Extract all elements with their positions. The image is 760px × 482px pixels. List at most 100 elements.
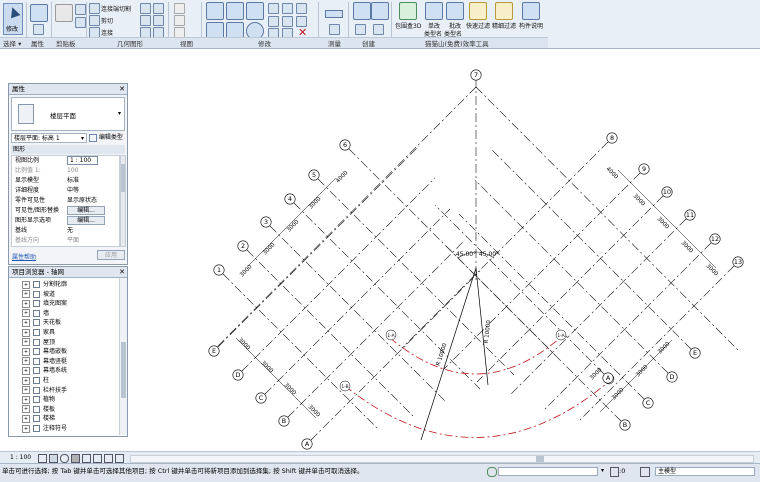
edit-type-button[interactable]: 编辑类型 [89,133,127,143]
modify-button[interactable]: 修改 [3,3,23,35]
prop-row[interactable]: 图形显示选项 编辑... [12,216,117,225]
expand-icon[interactable]: + [22,318,30,327]
prop-value[interactable]: 标准 [67,176,79,185]
browser-item[interactable]: + 天花板 [22,318,61,328]
reveal-hidden-icon[interactable] [115,454,124,463]
fine-filter-icon[interactable] [495,2,513,20]
expand-icon[interactable]: + [22,280,30,289]
crop-view-icon[interactable] [82,454,91,463]
grid-bubble-7[interactable]: 7 [470,69,482,81]
prop-row[interactable]: 视图比例 1 : 100 [12,156,117,165]
grid-bubble-lower-left[interactable]: A [301,438,313,450]
create-group-icon[interactable] [353,2,371,20]
measure-icon[interactable] [325,10,343,18]
grid-bubble-right[interactable]: 13 [732,256,744,268]
wall-join-icon[interactable] [140,3,151,14]
expand-icon[interactable]: + [22,347,30,356]
grid-bubble-lower-right[interactable]: C [642,397,654,409]
browser-item[interactable]: + 屋顶 [22,338,55,348]
scroll-thumb[interactable] [121,164,125,192]
arc-marker[interactable]: 1-B [339,380,351,392]
trim-icon[interactable] [268,3,279,14]
expand-icon[interactable]: + [22,376,30,385]
copy-icon[interactable] [75,17,86,28]
join-label[interactable]: 连接 [101,28,113,37]
prop-row[interactable]: 显示模型 标准 [12,176,117,185]
browser-item[interactable]: + 坡道 [22,290,55,300]
close-icon[interactable]: ✕ [119,84,125,94]
graphic-display-edit-button[interactable]: 编辑... [67,216,105,225]
browser-item[interactable]: + 楼板 [22,405,55,415]
array-icon[interactable] [296,3,307,14]
expand-icon[interactable]: + [22,290,30,299]
browser-item[interactable]: + 分割轮廓 [22,280,67,290]
paint-icon[interactable] [140,15,151,26]
browser-scrollbar[interactable] [119,278,127,435]
expand-icon[interactable]: + [22,366,30,375]
grid-bubble-lower-right[interactable]: A [602,372,614,384]
grid-bubble-right[interactable]: 9 [638,163,650,175]
batch-edit-icon[interactable] [446,2,464,20]
grid-bubble-lower-left[interactable]: B [278,415,290,427]
vg-edit-button[interactable]: 编辑... [67,206,105,215]
prop-row[interactable]: 零件可见性 显示原状态 [12,196,117,205]
section-header[interactable]: 图形 [11,145,125,154]
expand-icon[interactable]: + [22,395,30,404]
chevron-down-icon[interactable]: ▾ [601,464,604,478]
prop-row[interactable]: 详细程度 中等 [12,186,117,195]
expand-icon[interactable]: + [22,424,30,433]
browser-item[interactable]: + 植物 [22,395,55,405]
create-parts-icon[interactable] [355,24,366,35]
sun-path-icon[interactable] [60,454,69,463]
join-cut-icon[interactable] [89,3,100,14]
grid-bubble-left[interactable]: 3 [260,216,272,228]
grid-bubble-lower-left[interactable]: C [255,392,267,404]
browser-item[interactable]: + 填充图案 [22,299,67,309]
join-cut-label[interactable]: 连接端切割 [101,4,131,13]
workset-icon[interactable] [487,467,497,477]
create-similar-icon[interactable] [371,2,389,20]
expand-icon[interactable]: + [22,309,30,318]
grid-bubble-right[interactable]: 10 [661,186,673,198]
grid-bubble-left[interactable]: 6 [339,139,351,151]
split-element-icon[interactable] [282,3,293,14]
tool-label-5[interactable]: 精细过滤 [492,21,516,30]
remove-paint-icon[interactable] [153,15,164,26]
override-icon[interactable] [174,15,185,26]
show-crop-icon[interactable] [93,454,102,463]
tool-label-6[interactable]: 构件说明 [519,21,543,30]
browser-item[interactable]: + 家具 [22,328,55,338]
expand-icon[interactable]: + [22,405,30,414]
paste-icon[interactable] [55,4,73,22]
single-edit-icon[interactable] [425,2,443,20]
horizontal-scrollbar[interactable] [130,455,754,463]
grid-bubble-lower-left[interactable]: D [232,369,244,381]
temp-hide-icon[interactable] [104,454,113,463]
design-option-selector[interactable]: 主模型 [655,467,755,476]
chevron-down-icon[interactable]: ▾ [118,110,121,117]
grid-bubble-lower-right[interactable]: D [666,371,678,383]
browser-item[interactable]: + 楼梯 [22,414,55,424]
design-options-icon[interactable] [640,467,650,477]
assembly-icon[interactable] [373,24,384,35]
component-note-icon[interactable] [522,2,540,20]
workset-selector[interactable] [498,467,598,476]
grid-bubble-left[interactable]: 1 [213,264,225,276]
pin-icon[interactable] [282,16,293,27]
expand-icon[interactable]: + [22,338,30,347]
detail-level-icon[interactable] [38,454,47,463]
prop-row[interactable]: 基线 无 [12,226,117,235]
scroll-thumb[interactable] [121,342,126,398]
type-selector[interactable]: 楼层平面 ▾ [11,97,125,131]
visual-style-icon[interactable] [49,454,58,463]
prop-row[interactable]: 可见性/图形替换 编辑... [12,206,117,215]
panel-select[interactable]: 选择 ▾ [3,38,21,48]
apply-button[interactable]: 应用 [97,250,125,260]
bounding-box-icon[interactable] [399,2,417,20]
browser-item[interactable]: + 幕墙嵌板 [22,347,67,357]
expand-icon[interactable]: + [22,299,30,308]
grid-bubble-left[interactable]: 4 [284,193,296,205]
properties-help-link[interactable]: 属性帮助 [12,252,36,261]
browser-item[interactable]: + 幕墙系统 [22,366,67,376]
offset-icon[interactable] [226,2,244,20]
